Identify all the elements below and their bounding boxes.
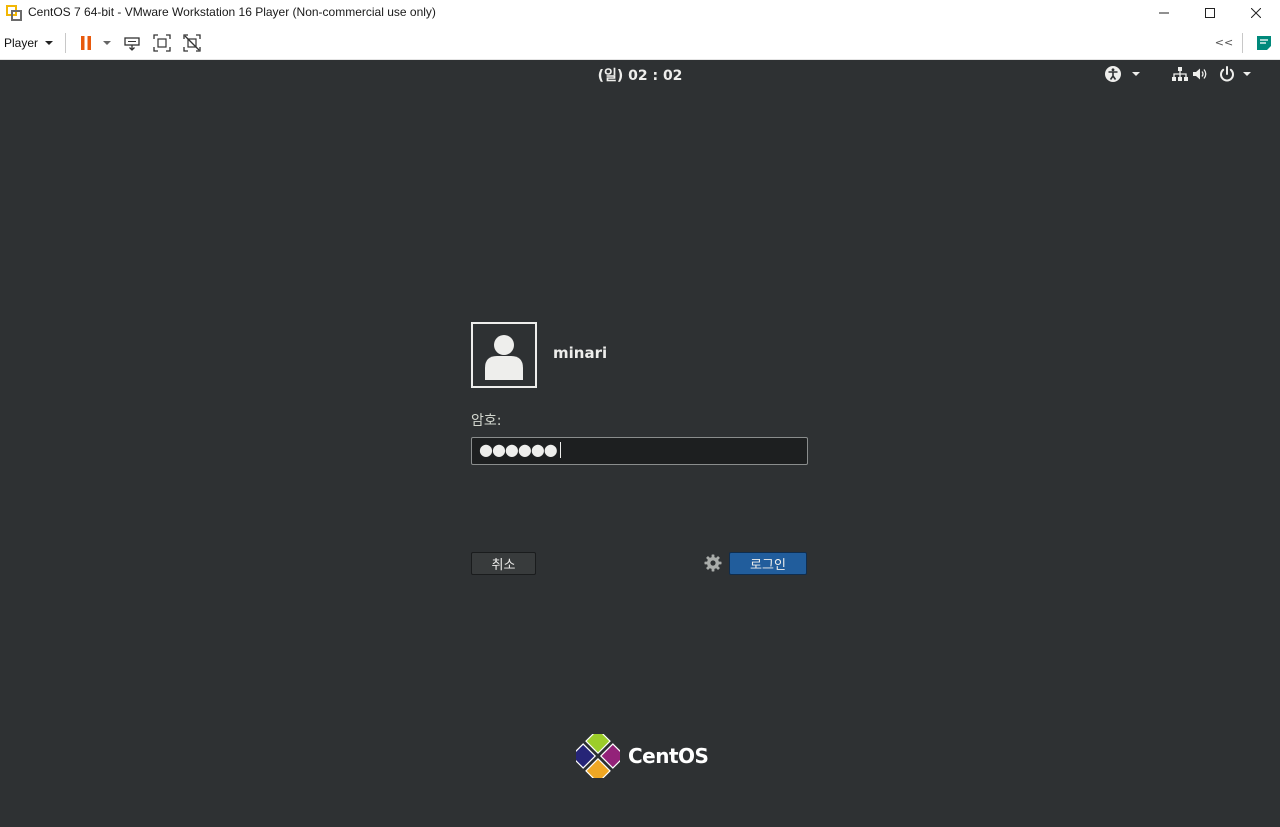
volume-icon <box>1193 68 1207 80</box>
close-icon <box>1251 8 1261 18</box>
unity-icon <box>183 33 201 52</box>
window-title: CentOS 7 64-bit - VMware Workstation 16 … <box>28 5 436 19</box>
toolbar-divider <box>1242 33 1243 53</box>
password-value: ●●●●●● <box>479 440 561 459</box>
unity-button[interactable] <box>180 26 204 59</box>
gear-icon[interactable] <box>704 554 722 572</box>
minimize-icon <box>1159 12 1169 14</box>
maximize-button[interactable] <box>1187 0 1233 26</box>
collapse-icon: << <box>1214 36 1234 49</box>
dropdown-arrow-icon <box>45 40 54 45</box>
password-label: 암호: <box>471 413 502 429</box>
fullscreen-icon <box>153 33 171 52</box>
system-status-menu[interactable] <box>1171 65 1252 83</box>
gnome-top-bar: (일) 02 : 02 <box>0 60 1280 88</box>
user-icon <box>485 335 523 380</box>
power-icon <box>1220 66 1234 82</box>
player-menu-label: Player <box>4 35 39 50</box>
collapse-toolbar-button[interactable]: << <box>1212 26 1236 59</box>
cancel-button[interactable]: 취소 <box>471 552 536 575</box>
window-title-bar: CentOS 7 64-bit - VMware Workstation 16 … <box>0 0 1280 26</box>
send-ctrl-alt-del-button[interactable] <box>120 26 144 59</box>
user-avatar <box>471 322 537 388</box>
vmware-app-icon <box>6 5 22 21</box>
centos-logo-icon <box>576 734 620 778</box>
send-ctrl-alt-del-icon <box>124 36 140 51</box>
minimize-button[interactable] <box>1141 0 1187 26</box>
chevron-down-icon <box>1243 72 1251 76</box>
close-button[interactable] <box>1233 0 1279 26</box>
message-log-button[interactable] <box>1252 26 1276 59</box>
network-icon <box>1172 67 1188 81</box>
maximize-icon <box>1205 8 1215 18</box>
pause-icon <box>81 35 91 50</box>
toolbar-divider <box>65 33 66 53</box>
pause-button[interactable] <box>74 26 98 59</box>
accessibility-menu[interactable] <box>1104 65 1141 83</box>
accessibility-icon <box>1105 66 1121 82</box>
dropdown-arrow-icon <box>103 40 111 45</box>
player-menu-button[interactable]: Player <box>4 26 54 59</box>
username-label: minari <box>553 344 608 362</box>
vm-guest-screen[interactable]: (일) 02 : 02 minari 암호: ●●●●●● 취소 로그인 Cen… <box>0 60 1280 827</box>
text-cursor <box>559 442 561 458</box>
message-icon <box>1257 35 1271 50</box>
chevron-down-icon <box>1132 72 1140 76</box>
login-button[interactable]: 로그인 <box>729 552 807 575</box>
password-input[interactable]: ●●●●●● <box>471 437 808 465</box>
centos-logo-text: CentOS <box>628 744 709 768</box>
clock[interactable]: (일) 02 : 02 <box>540 65 740 85</box>
pause-dropdown-button[interactable] <box>99 26 115 59</box>
fullscreen-button[interactable] <box>150 26 174 59</box>
player-toolbar: Player << <box>0 26 1280 60</box>
